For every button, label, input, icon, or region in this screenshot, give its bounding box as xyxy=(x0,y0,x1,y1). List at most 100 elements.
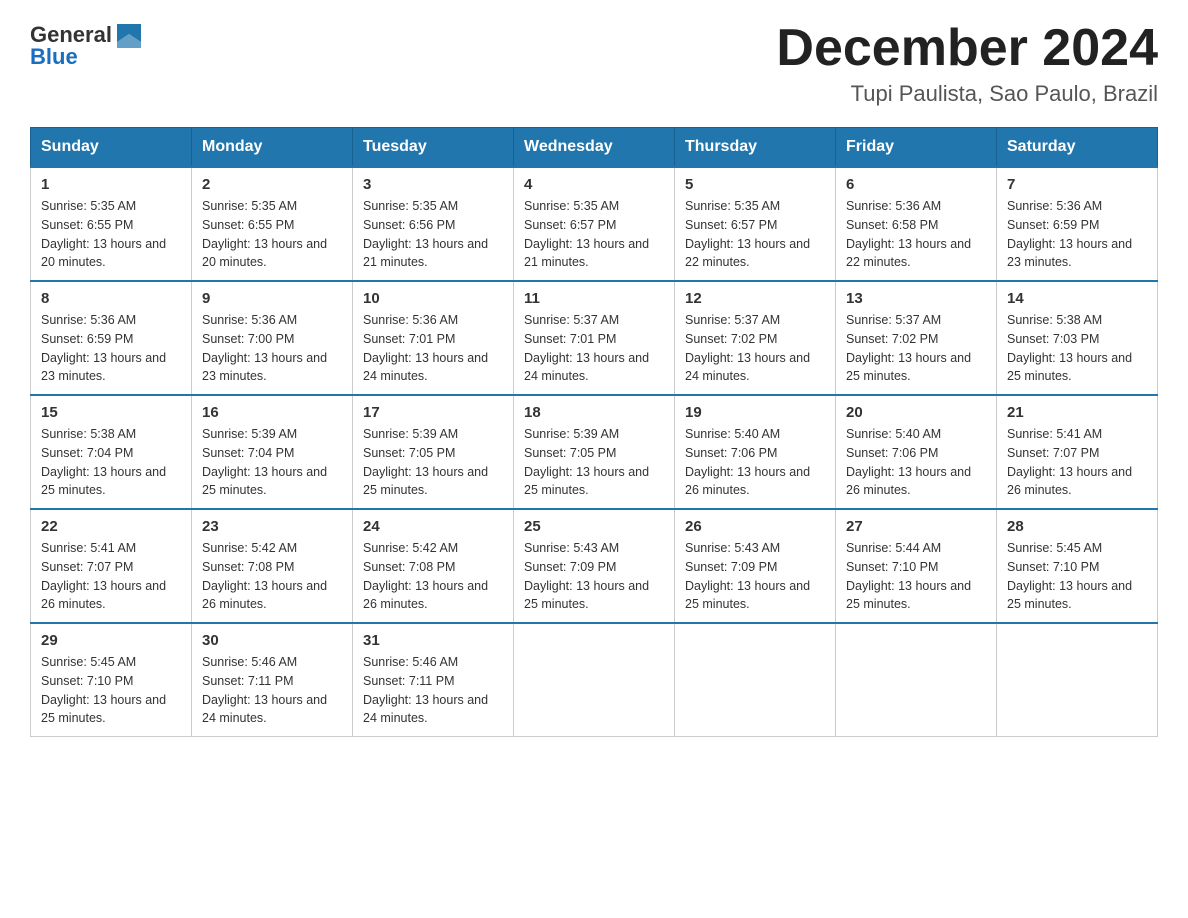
day-number: 27 xyxy=(846,518,986,535)
day-number: 26 xyxy=(685,518,825,535)
day-number: 22 xyxy=(41,518,181,535)
day-cell: 31 Sunrise: 5:46 AMSunset: 7:11 PMDaylig… xyxy=(353,623,514,737)
day-number: 6 xyxy=(846,176,986,193)
day-number: 24 xyxy=(363,518,503,535)
day-cell: 21 Sunrise: 5:41 AMSunset: 7:07 PMDaylig… xyxy=(997,395,1158,509)
day-cell: 28 Sunrise: 5:45 AMSunset: 7:10 PMDaylig… xyxy=(997,509,1158,623)
month-title: December 2024 xyxy=(776,20,1158,77)
weekday-header-saturday: Saturday xyxy=(997,128,1158,168)
day-number: 30 xyxy=(202,632,342,649)
day-cell xyxy=(997,623,1158,737)
day-cell: 10 Sunrise: 5:36 AMSunset: 7:01 PMDaylig… xyxy=(353,281,514,395)
week-row-5: 29 Sunrise: 5:45 AMSunset: 7:10 PMDaylig… xyxy=(31,623,1158,737)
day-info: Sunrise: 5:40 AMSunset: 7:06 PMDaylight:… xyxy=(685,427,810,497)
day-number: 21 xyxy=(1007,404,1147,421)
week-row-4: 22 Sunrise: 5:41 AMSunset: 7:07 PMDaylig… xyxy=(31,509,1158,623)
week-row-3: 15 Sunrise: 5:38 AMSunset: 7:04 PMDaylig… xyxy=(31,395,1158,509)
logo: General Blue xyxy=(30,20,146,70)
day-info: Sunrise: 5:39 AMSunset: 7:05 PMDaylight:… xyxy=(363,427,488,497)
day-cell: 11 Sunrise: 5:37 AMSunset: 7:01 PMDaylig… xyxy=(514,281,675,395)
day-cell: 19 Sunrise: 5:40 AMSunset: 7:06 PMDaylig… xyxy=(675,395,836,509)
day-info: Sunrise: 5:41 AMSunset: 7:07 PMDaylight:… xyxy=(1007,427,1132,497)
day-info: Sunrise: 5:45 AMSunset: 7:10 PMDaylight:… xyxy=(1007,541,1132,611)
day-cell: 15 Sunrise: 5:38 AMSunset: 7:04 PMDaylig… xyxy=(31,395,192,509)
day-info: Sunrise: 5:35 AMSunset: 6:55 PMDaylight:… xyxy=(202,199,327,269)
weekday-header-sunday: Sunday xyxy=(31,128,192,168)
day-number: 10 xyxy=(363,290,503,307)
day-number: 9 xyxy=(202,290,342,307)
day-info: Sunrise: 5:36 AMSunset: 6:59 PMDaylight:… xyxy=(1007,199,1132,269)
location-subtitle: Tupi Paulista, Sao Paulo, Brazil xyxy=(776,81,1158,107)
day-info: Sunrise: 5:43 AMSunset: 7:09 PMDaylight:… xyxy=(524,541,649,611)
day-cell xyxy=(514,623,675,737)
day-info: Sunrise: 5:39 AMSunset: 7:05 PMDaylight:… xyxy=(524,427,649,497)
title-block: December 2024 Tupi Paulista, Sao Paulo, … xyxy=(776,20,1158,107)
day-cell: 6 Sunrise: 5:36 AMSunset: 6:58 PMDayligh… xyxy=(836,167,997,281)
day-info: Sunrise: 5:38 AMSunset: 7:03 PMDaylight:… xyxy=(1007,313,1132,383)
day-cell: 7 Sunrise: 5:36 AMSunset: 6:59 PMDayligh… xyxy=(997,167,1158,281)
day-info: Sunrise: 5:46 AMSunset: 7:11 PMDaylight:… xyxy=(202,655,327,725)
logo-flag-icon xyxy=(113,20,145,50)
day-cell xyxy=(675,623,836,737)
day-cell: 27 Sunrise: 5:44 AMSunset: 7:10 PMDaylig… xyxy=(836,509,997,623)
day-info: Sunrise: 5:35 AMSunset: 6:57 PMDaylight:… xyxy=(685,199,810,269)
day-info: Sunrise: 5:43 AMSunset: 7:09 PMDaylight:… xyxy=(685,541,810,611)
weekday-header-row: SundayMondayTuesdayWednesdayThursdayFrid… xyxy=(31,128,1158,168)
day-cell: 25 Sunrise: 5:43 AMSunset: 7:09 PMDaylig… xyxy=(514,509,675,623)
day-number: 2 xyxy=(202,176,342,193)
weekday-header-tuesday: Tuesday xyxy=(353,128,514,168)
day-info: Sunrise: 5:35 AMSunset: 6:56 PMDaylight:… xyxy=(363,199,488,269)
day-cell: 24 Sunrise: 5:42 AMSunset: 7:08 PMDaylig… xyxy=(353,509,514,623)
day-info: Sunrise: 5:36 AMSunset: 7:00 PMDaylight:… xyxy=(202,313,327,383)
day-number: 17 xyxy=(363,404,503,421)
day-cell: 12 Sunrise: 5:37 AMSunset: 7:02 PMDaylig… xyxy=(675,281,836,395)
day-number: 3 xyxy=(363,176,503,193)
weekday-header-thursday: Thursday xyxy=(675,128,836,168)
day-number: 5 xyxy=(685,176,825,193)
day-info: Sunrise: 5:45 AMSunset: 7:10 PMDaylight:… xyxy=(41,655,166,725)
weekday-header-wednesday: Wednesday xyxy=(514,128,675,168)
day-cell: 29 Sunrise: 5:45 AMSunset: 7:10 PMDaylig… xyxy=(31,623,192,737)
weekday-header-monday: Monday xyxy=(192,128,353,168)
day-info: Sunrise: 5:35 AMSunset: 6:55 PMDaylight:… xyxy=(41,199,166,269)
day-info: Sunrise: 5:41 AMSunset: 7:07 PMDaylight:… xyxy=(41,541,166,611)
day-info: Sunrise: 5:37 AMSunset: 7:02 PMDaylight:… xyxy=(846,313,971,383)
day-number: 18 xyxy=(524,404,664,421)
day-cell: 18 Sunrise: 5:39 AMSunset: 7:05 PMDaylig… xyxy=(514,395,675,509)
day-number: 15 xyxy=(41,404,181,421)
day-cell: 2 Sunrise: 5:35 AMSunset: 6:55 PMDayligh… xyxy=(192,167,353,281)
day-number: 13 xyxy=(846,290,986,307)
day-info: Sunrise: 5:40 AMSunset: 7:06 PMDaylight:… xyxy=(846,427,971,497)
day-cell: 13 Sunrise: 5:37 AMSunset: 7:02 PMDaylig… xyxy=(836,281,997,395)
day-number: 4 xyxy=(524,176,664,193)
day-cell: 3 Sunrise: 5:35 AMSunset: 6:56 PMDayligh… xyxy=(353,167,514,281)
day-number: 28 xyxy=(1007,518,1147,535)
logo-blue-text: Blue xyxy=(30,44,78,70)
day-number: 1 xyxy=(41,176,181,193)
day-cell: 30 Sunrise: 5:46 AMSunset: 7:11 PMDaylig… xyxy=(192,623,353,737)
day-cell: 16 Sunrise: 5:39 AMSunset: 7:04 PMDaylig… xyxy=(192,395,353,509)
day-number: 23 xyxy=(202,518,342,535)
week-row-2: 8 Sunrise: 5:36 AMSunset: 6:59 PMDayligh… xyxy=(31,281,1158,395)
day-info: Sunrise: 5:42 AMSunset: 7:08 PMDaylight:… xyxy=(363,541,488,611)
day-cell: 26 Sunrise: 5:43 AMSunset: 7:09 PMDaylig… xyxy=(675,509,836,623)
day-number: 31 xyxy=(363,632,503,649)
day-number: 11 xyxy=(524,290,664,307)
day-info: Sunrise: 5:35 AMSunset: 6:57 PMDaylight:… xyxy=(524,199,649,269)
day-info: Sunrise: 5:36 AMSunset: 6:58 PMDaylight:… xyxy=(846,199,971,269)
day-info: Sunrise: 5:37 AMSunset: 7:02 PMDaylight:… xyxy=(685,313,810,383)
calendar-table: SundayMondayTuesdayWednesdayThursdayFrid… xyxy=(30,127,1158,737)
day-number: 19 xyxy=(685,404,825,421)
day-cell: 4 Sunrise: 5:35 AMSunset: 6:57 PMDayligh… xyxy=(514,167,675,281)
day-info: Sunrise: 5:46 AMSunset: 7:11 PMDaylight:… xyxy=(363,655,488,725)
day-cell: 17 Sunrise: 5:39 AMSunset: 7:05 PMDaylig… xyxy=(353,395,514,509)
day-cell: 22 Sunrise: 5:41 AMSunset: 7:07 PMDaylig… xyxy=(31,509,192,623)
day-number: 16 xyxy=(202,404,342,421)
page-header: General Blue December 2024 Tupi Paulista… xyxy=(30,20,1158,107)
day-cell: 23 Sunrise: 5:42 AMSunset: 7:08 PMDaylig… xyxy=(192,509,353,623)
day-info: Sunrise: 5:37 AMSunset: 7:01 PMDaylight:… xyxy=(524,313,649,383)
day-info: Sunrise: 5:39 AMSunset: 7:04 PMDaylight:… xyxy=(202,427,327,497)
day-info: Sunrise: 5:38 AMSunset: 7:04 PMDaylight:… xyxy=(41,427,166,497)
day-cell: 9 Sunrise: 5:36 AMSunset: 7:00 PMDayligh… xyxy=(192,281,353,395)
day-cell: 20 Sunrise: 5:40 AMSunset: 7:06 PMDaylig… xyxy=(836,395,997,509)
